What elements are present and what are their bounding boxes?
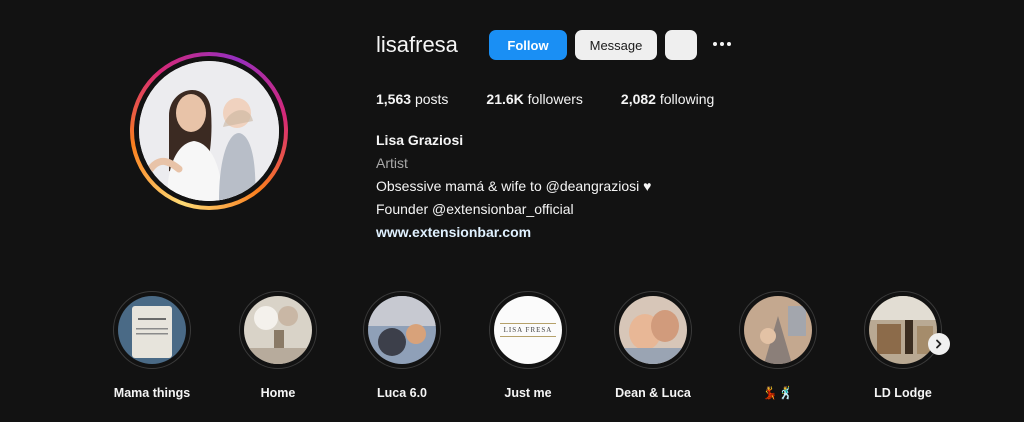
highlight-cover-ring — [739, 291, 817, 369]
bio-full-name: Lisa Graziosi — [376, 132, 464, 148]
highlight-label: Home — [260, 386, 296, 400]
story-highlight[interactable]: 💃🕺 — [723, 291, 833, 401]
following-count[interactable]: 2,082 following — [621, 91, 714, 107]
following-label: following — [659, 91, 715, 107]
follow-button[interactable]: Follow — [489, 30, 567, 60]
highlight-cover-ring — [864, 291, 942, 369]
highlight-cover — [368, 296, 436, 364]
story-highlight[interactable]: Home — [223, 291, 333, 400]
highlight-cover-ring — [239, 291, 317, 369]
followers-value: 21.6K — [486, 91, 524, 107]
highlight-cover-ring — [363, 291, 441, 369]
posts-count[interactable]: 1,563 posts — [376, 91, 448, 107]
bio-text-line: Founder @extensionbar_official — [376, 201, 574, 217]
posts-label: posts — [414, 91, 449, 107]
more-options-icon[interactable] — [713, 36, 737, 52]
highlight-cover: LISA FRESA — [494, 296, 562, 364]
suggested-users-button[interactable] — [665, 30, 697, 60]
highlight-cover — [744, 296, 812, 364]
highlight-cover-ring — [614, 291, 692, 369]
highlight-cover — [118, 296, 186, 364]
bio-website-link[interactable]: www.extensionbar.com — [376, 224, 531, 240]
followers-count[interactable]: 21.6K followers — [486, 91, 583, 107]
bio-text-line: Obsessive mamá & wife to @deangraziosi ♥ — [376, 178, 652, 194]
highlight-label: LD Lodge — [874, 386, 932, 400]
story-highlight[interactable]: Dean & Luca — [598, 291, 708, 400]
chevron-right-icon — [936, 339, 942, 349]
story-highlight[interactable]: Luca 6.0 — [347, 291, 457, 400]
highlight-label: 💃🕺 — [762, 386, 794, 400]
message-button[interactable]: Message — [575, 30, 657, 60]
next-highlights-button[interactable] — [928, 333, 950, 355]
profile-avatar[interactable] — [139, 61, 279, 201]
profile-stats: 1,563 posts 21.6K followers 2,082 follow… — [376, 91, 714, 107]
profile-avatar-story-ring[interactable] — [130, 52, 288, 210]
highlight-label: Just me — [504, 386, 552, 400]
highlight-label: Mama things — [113, 386, 191, 400]
bio-category: Artist — [376, 155, 408, 171]
highlight-label: Luca 6.0 — [376, 386, 428, 400]
highlight-cover — [244, 296, 312, 364]
followers-label: followers — [527, 91, 583, 107]
highlight-cover — [869, 296, 937, 364]
highlight-cover-ring: LISA FRESA — [489, 291, 567, 369]
highlight-cover — [619, 296, 687, 364]
highlight-cover-ring — [113, 291, 191, 369]
avatar-photo-illustration — [139, 61, 279, 201]
highlight-cover-text: LISA FRESA — [499, 323, 557, 337]
posts-value: 1,563 — [376, 91, 412, 107]
story-highlight[interactable]: LISA FRESA Just me — [473, 291, 583, 400]
profile-username: lisafresa — [376, 32, 458, 57]
story-highlight[interactable]: Mama things — [97, 291, 207, 400]
following-value: 2,082 — [620, 91, 656, 107]
highlight-label: Dean & Luca — [615, 386, 691, 400]
